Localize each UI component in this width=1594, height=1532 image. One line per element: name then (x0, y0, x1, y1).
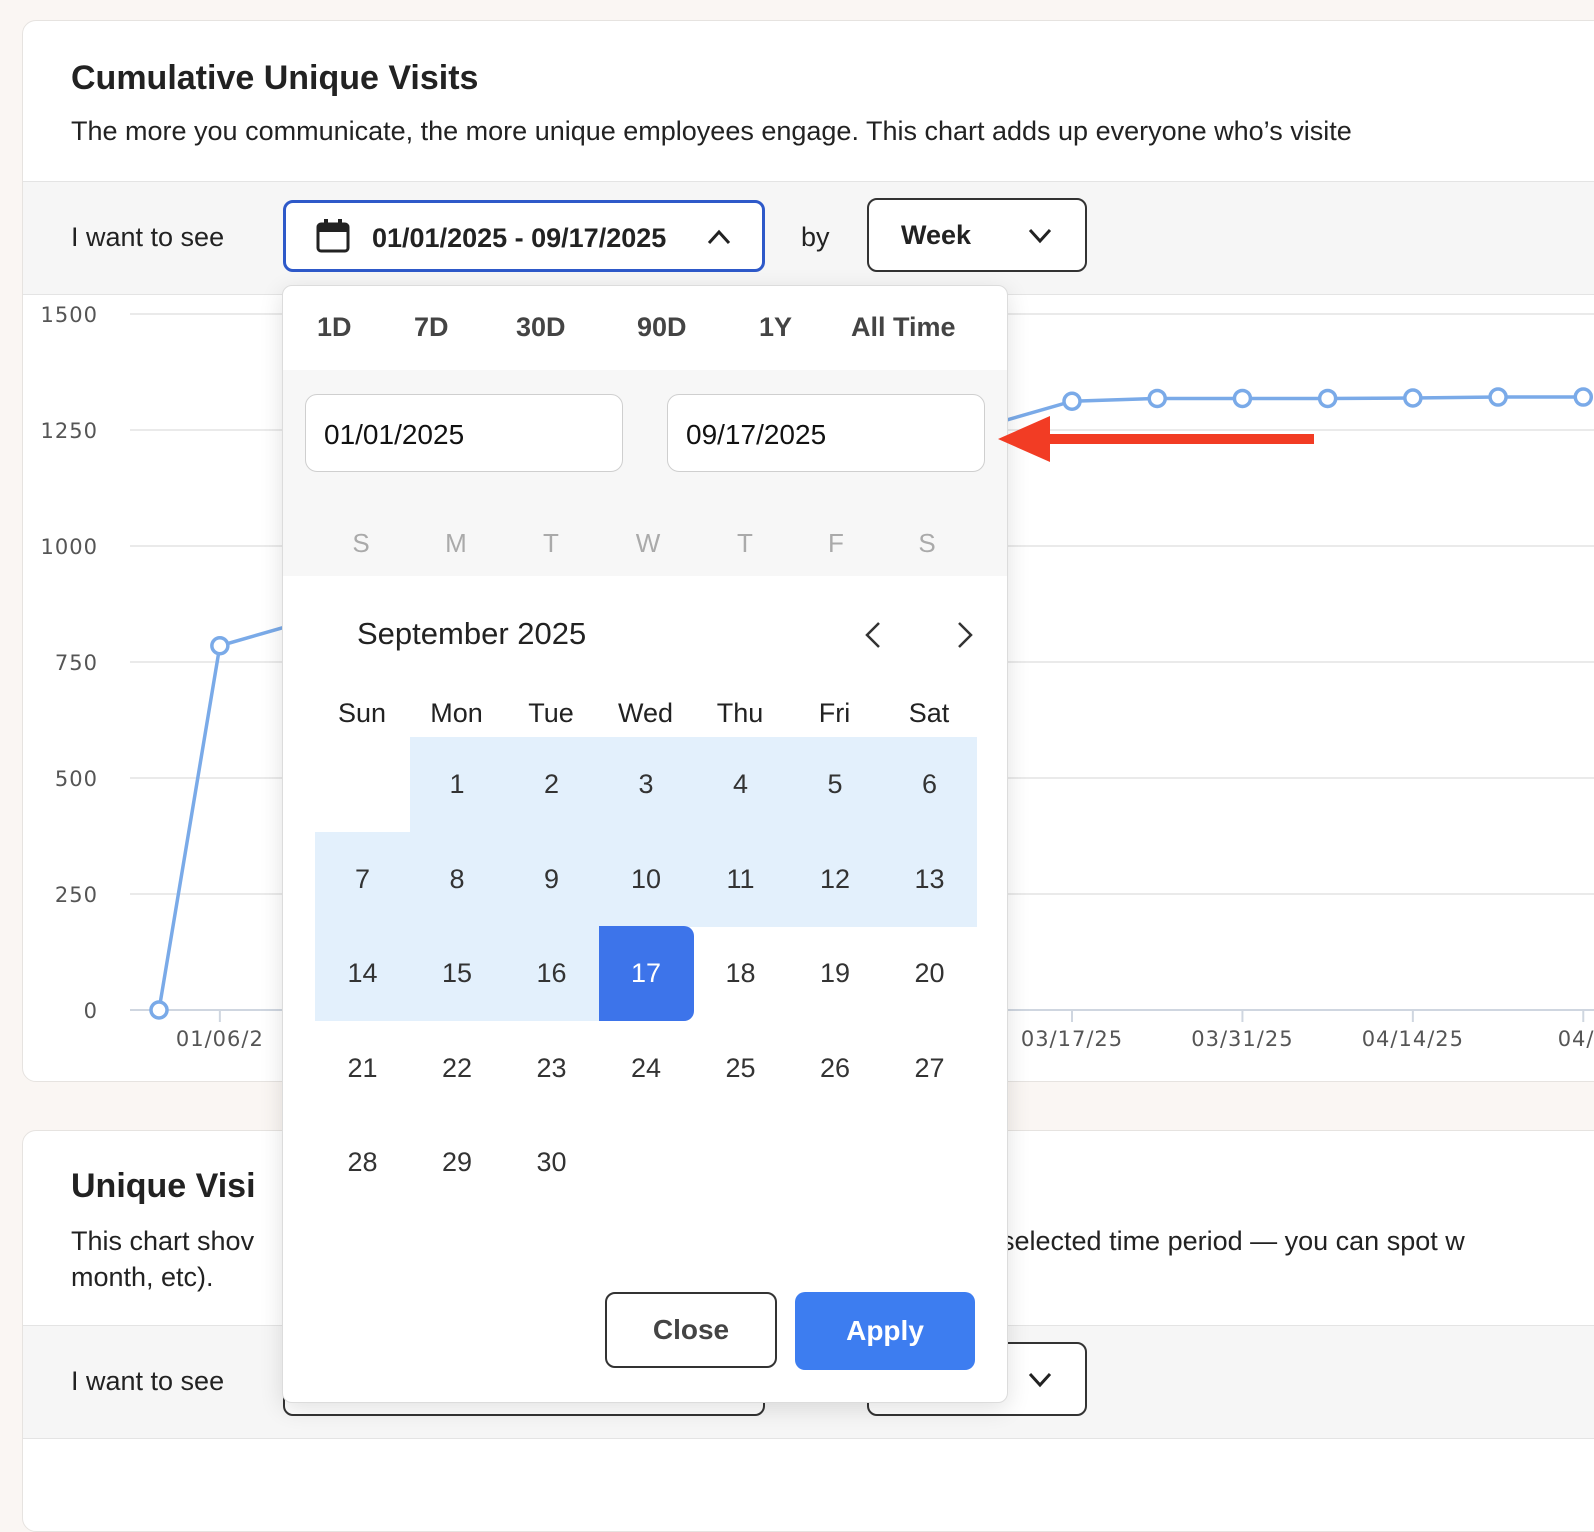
card-description-right: selected time period — you can spot w (1001, 1226, 1465, 1256)
card-description-line2: month, etc). (71, 1262, 214, 1292)
x-tick-label: 04/2 (1558, 1027, 1594, 1051)
card-description-left: This chart shov (71, 1226, 255, 1256)
data-point (1317, 388, 1338, 409)
calendar-day[interactable]: 21 (315, 1021, 410, 1116)
calendar-day[interactable]: 15 (409, 926, 505, 1021)
calendar-day[interactable]: 27 (882, 1021, 977, 1116)
calendar-day[interactable]: 8 (409, 831, 505, 927)
x-tick-label: 03/17/25 (1021, 1027, 1123, 1051)
weekday-initial: M (445, 528, 467, 558)
weekday-name: Thu (716, 698, 764, 728)
preset-7d[interactable]: 7D (414, 312, 449, 343)
data-point (149, 1000, 169, 1020)
calendar-day[interactable]: 22 (410, 1021, 505, 1116)
month-title: September 2025 (357, 616, 587, 651)
weekday-initial: F (828, 528, 844, 558)
weekday-initial: T (737, 528, 753, 558)
date-picker-popover: 1D 7D 30D 90D 1Y All Time 01/01/2025 09/… (282, 285, 1008, 1403)
data-point (1488, 387, 1508, 407)
card-title: Unique Visi (71, 1167, 256, 1205)
end-date-input[interactable]: 09/17/2025 (667, 394, 985, 472)
filter-label: I want to see (71, 1366, 225, 1396)
data-point (1403, 388, 1423, 408)
y-tick-label: 500 (55, 767, 98, 791)
weekday-initial: S (352, 528, 370, 558)
calendar-day[interactable]: 5 (787, 737, 883, 832)
calendar-day[interactable]: 19 (788, 926, 883, 1021)
preset-1d[interactable]: 1D (317, 312, 352, 343)
start-date-input[interactable]: 01/01/2025 (305, 394, 623, 472)
weekday-name: Mon (430, 698, 483, 728)
calendar-day[interactable]: 28 (315, 1115, 410, 1210)
data-point (1062, 391, 1082, 411)
weekday-initial: S (918, 528, 936, 558)
calendar-day[interactable]: 9 (504, 831, 599, 927)
calendar-day[interactable]: 11 (693, 831, 788, 927)
calendar-day[interactable]: 3 (598, 737, 694, 832)
data-point (1147, 388, 1167, 409)
calendar-day[interactable]: 1 (409, 737, 505, 832)
calendar-day[interactable]: 14 (315, 926, 410, 1021)
preset-all-time[interactable]: All Time (851, 312, 956, 343)
close-button[interactable]: Close (605, 1292, 777, 1368)
chevron-down-icon (1028, 1372, 1052, 1388)
weekday-initial: T (543, 528, 559, 558)
weekday-name: Sun (337, 698, 387, 728)
calendar-day[interactable]: 12 (787, 831, 883, 927)
calendar-day[interactable]: 2 (504, 737, 599, 832)
calendar-day[interactable]: 20 (882, 926, 977, 1021)
preset-30d[interactable]: 30D (516, 312, 566, 343)
calendar-day[interactable]: 26 (788, 1021, 883, 1116)
y-tick-label: 0 (84, 999, 98, 1023)
range-inputs-area: 01/01/2025 09/17/2025 S M T W T F S (283, 370, 1007, 576)
preset-90d[interactable]: 90D (637, 312, 687, 343)
calendar-day[interactable]: 6 (882, 737, 977, 832)
y-tick-label: 1250 (41, 419, 98, 443)
calendar-day[interactable]: 30 (504, 1115, 599, 1210)
y-tick-label: 750 (55, 651, 98, 675)
calendar-day[interactable]: 24 (599, 1021, 694, 1116)
weekday-name: Fri (818, 698, 851, 728)
apply-button[interactable]: Apply (795, 1292, 975, 1370)
y-tick-label: 1500 (41, 303, 98, 327)
calendar-day[interactable]: 23 (504, 1021, 599, 1116)
calendar-day[interactable]: 13 (882, 831, 977, 927)
weekday-name: Sat (908, 698, 950, 728)
calendar-day[interactable]: 25 (693, 1021, 788, 1116)
calendar-day[interactable]: 10 (598, 831, 694, 927)
chevron-left-icon[interactable] (859, 620, 887, 650)
data-point (1232, 388, 1253, 409)
data-point (1573, 387, 1594, 407)
preset-bar: 1D 7D 30D 90D 1Y All Time (283, 286, 1007, 370)
calendar-day[interactable]: 16 (504, 926, 599, 1021)
weekday-initial: W (635, 528, 661, 558)
calendar-day[interactable]: 29 (410, 1115, 505, 1210)
data-point (210, 636, 230, 656)
x-tick-label: 03/31/25 (1191, 1027, 1293, 1051)
y-tick-label: 250 (55, 883, 98, 907)
weekday-name: Tue (528, 698, 574, 728)
annotation-arrow (998, 416, 1314, 462)
chevron-right-icon[interactable] (951, 620, 979, 650)
preset-1y[interactable]: 1Y (759, 312, 792, 343)
x-tick-label: 04/14/25 (1362, 1027, 1464, 1051)
calendar-day[interactable]: 4 (693, 737, 788, 832)
calendar-day-selected[interactable]: 17 (598, 926, 694, 1021)
calendar-day[interactable]: 18 (693, 926, 788, 1021)
x-tick-label: 01/06/2 (176, 1027, 264, 1051)
y-tick-label: 1000 (41, 535, 98, 559)
calendar-day[interactable]: 7 (315, 831, 410, 927)
weekday-name: Wed (617, 698, 674, 728)
